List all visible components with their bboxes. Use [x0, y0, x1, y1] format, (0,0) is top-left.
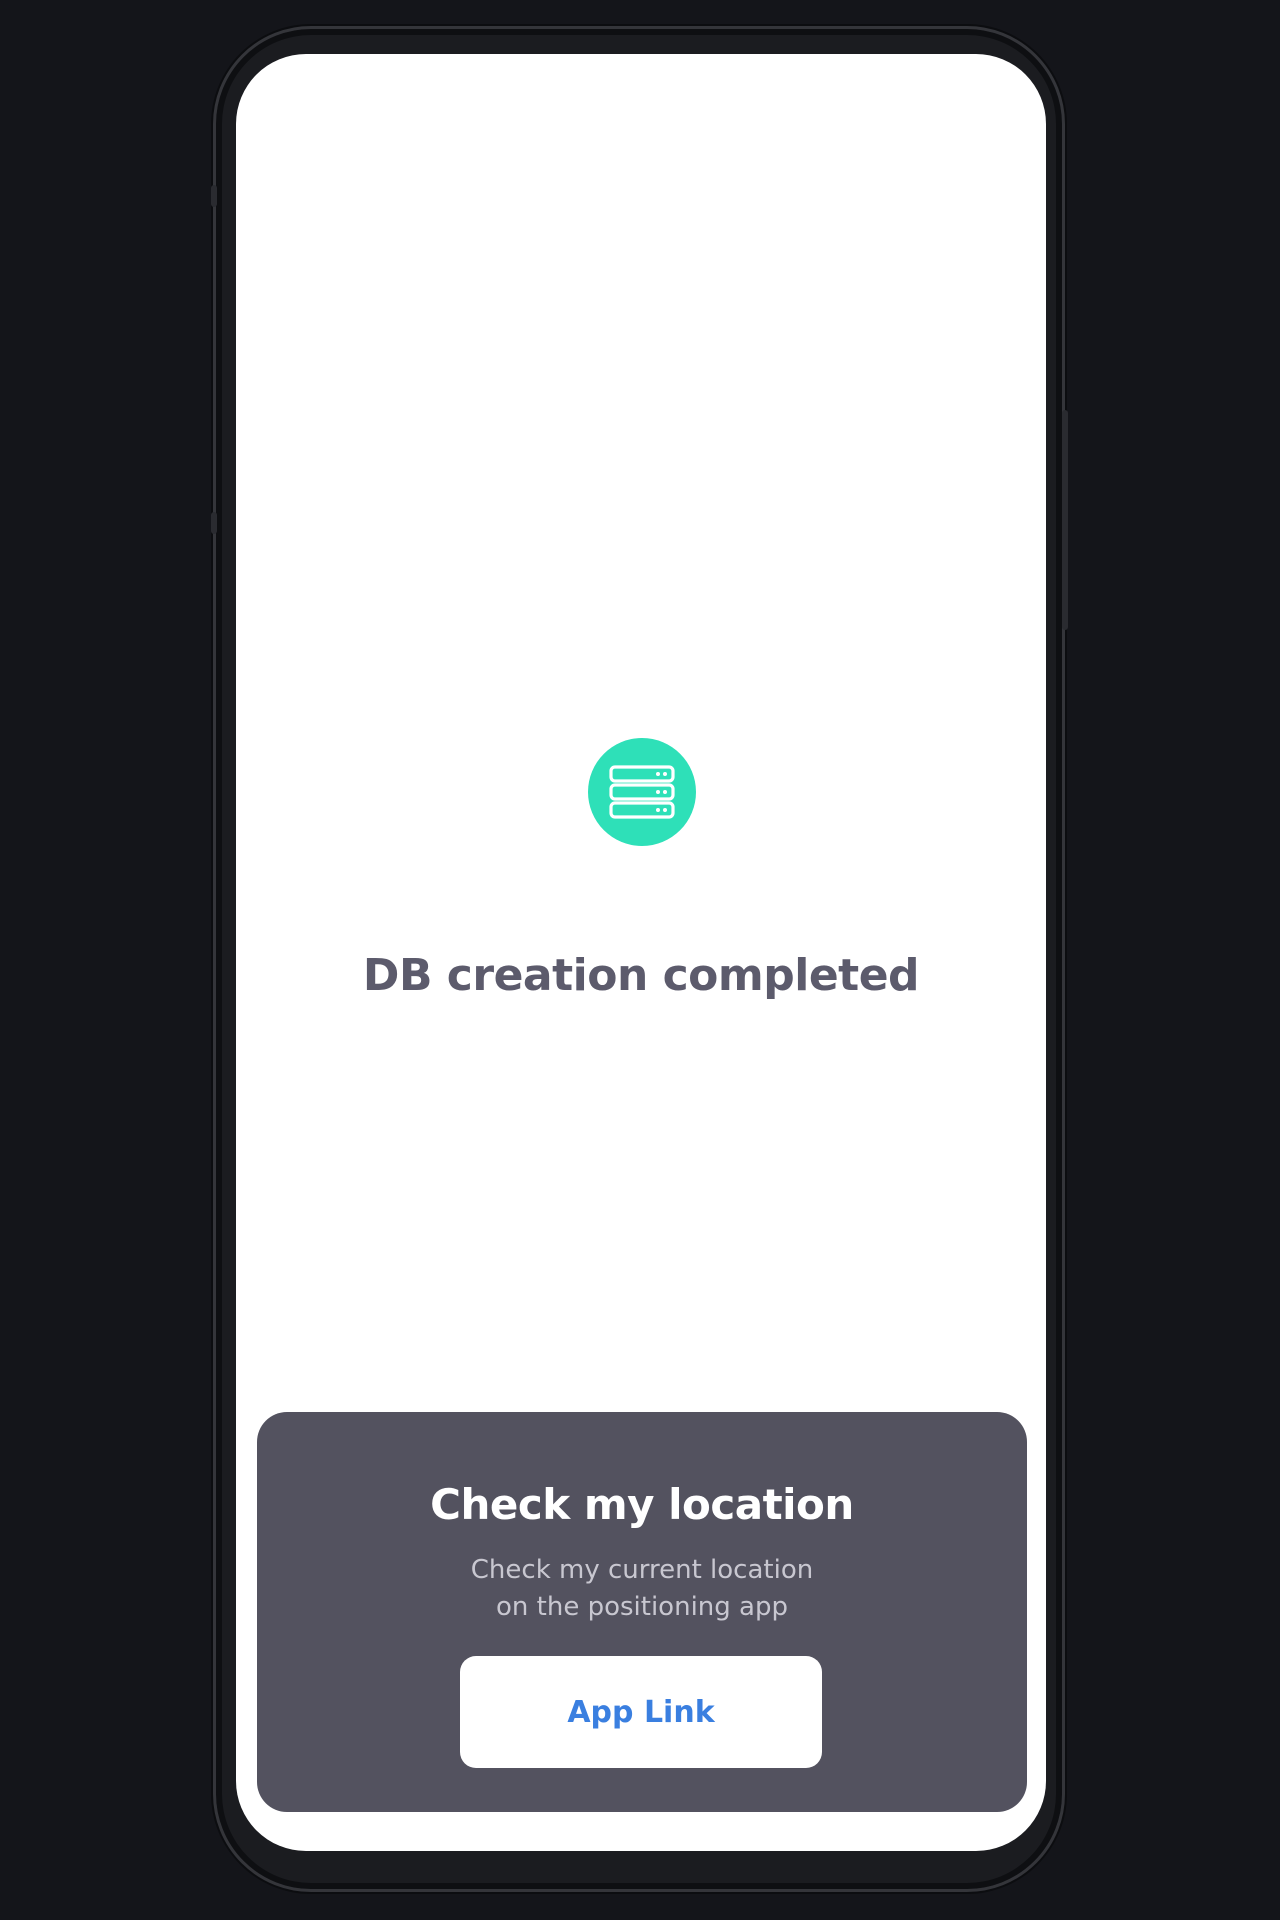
location-card-description: Check my current location on the positio… [257, 1552, 1027, 1626]
power-button [1062, 410, 1068, 630]
volume-button [211, 512, 217, 534]
location-card-title: Check my location [430, 1480, 854, 1529]
location-card: Check my location Check my current locat… [257, 1412, 1027, 1812]
database-server-glyph [609, 765, 675, 819]
description-line: on the positioning app [496, 1592, 788, 1622]
status-title: DB creation completed [362, 950, 920, 1001]
device-stage: DB creation completed Check my location … [0, 0, 1280, 1920]
app-link-button[interactable]: App Link [460, 1656, 822, 1768]
database-server-icon [588, 738, 696, 846]
description-line: Check my current location [470, 1555, 814, 1585]
volume-button [211, 185, 217, 207]
